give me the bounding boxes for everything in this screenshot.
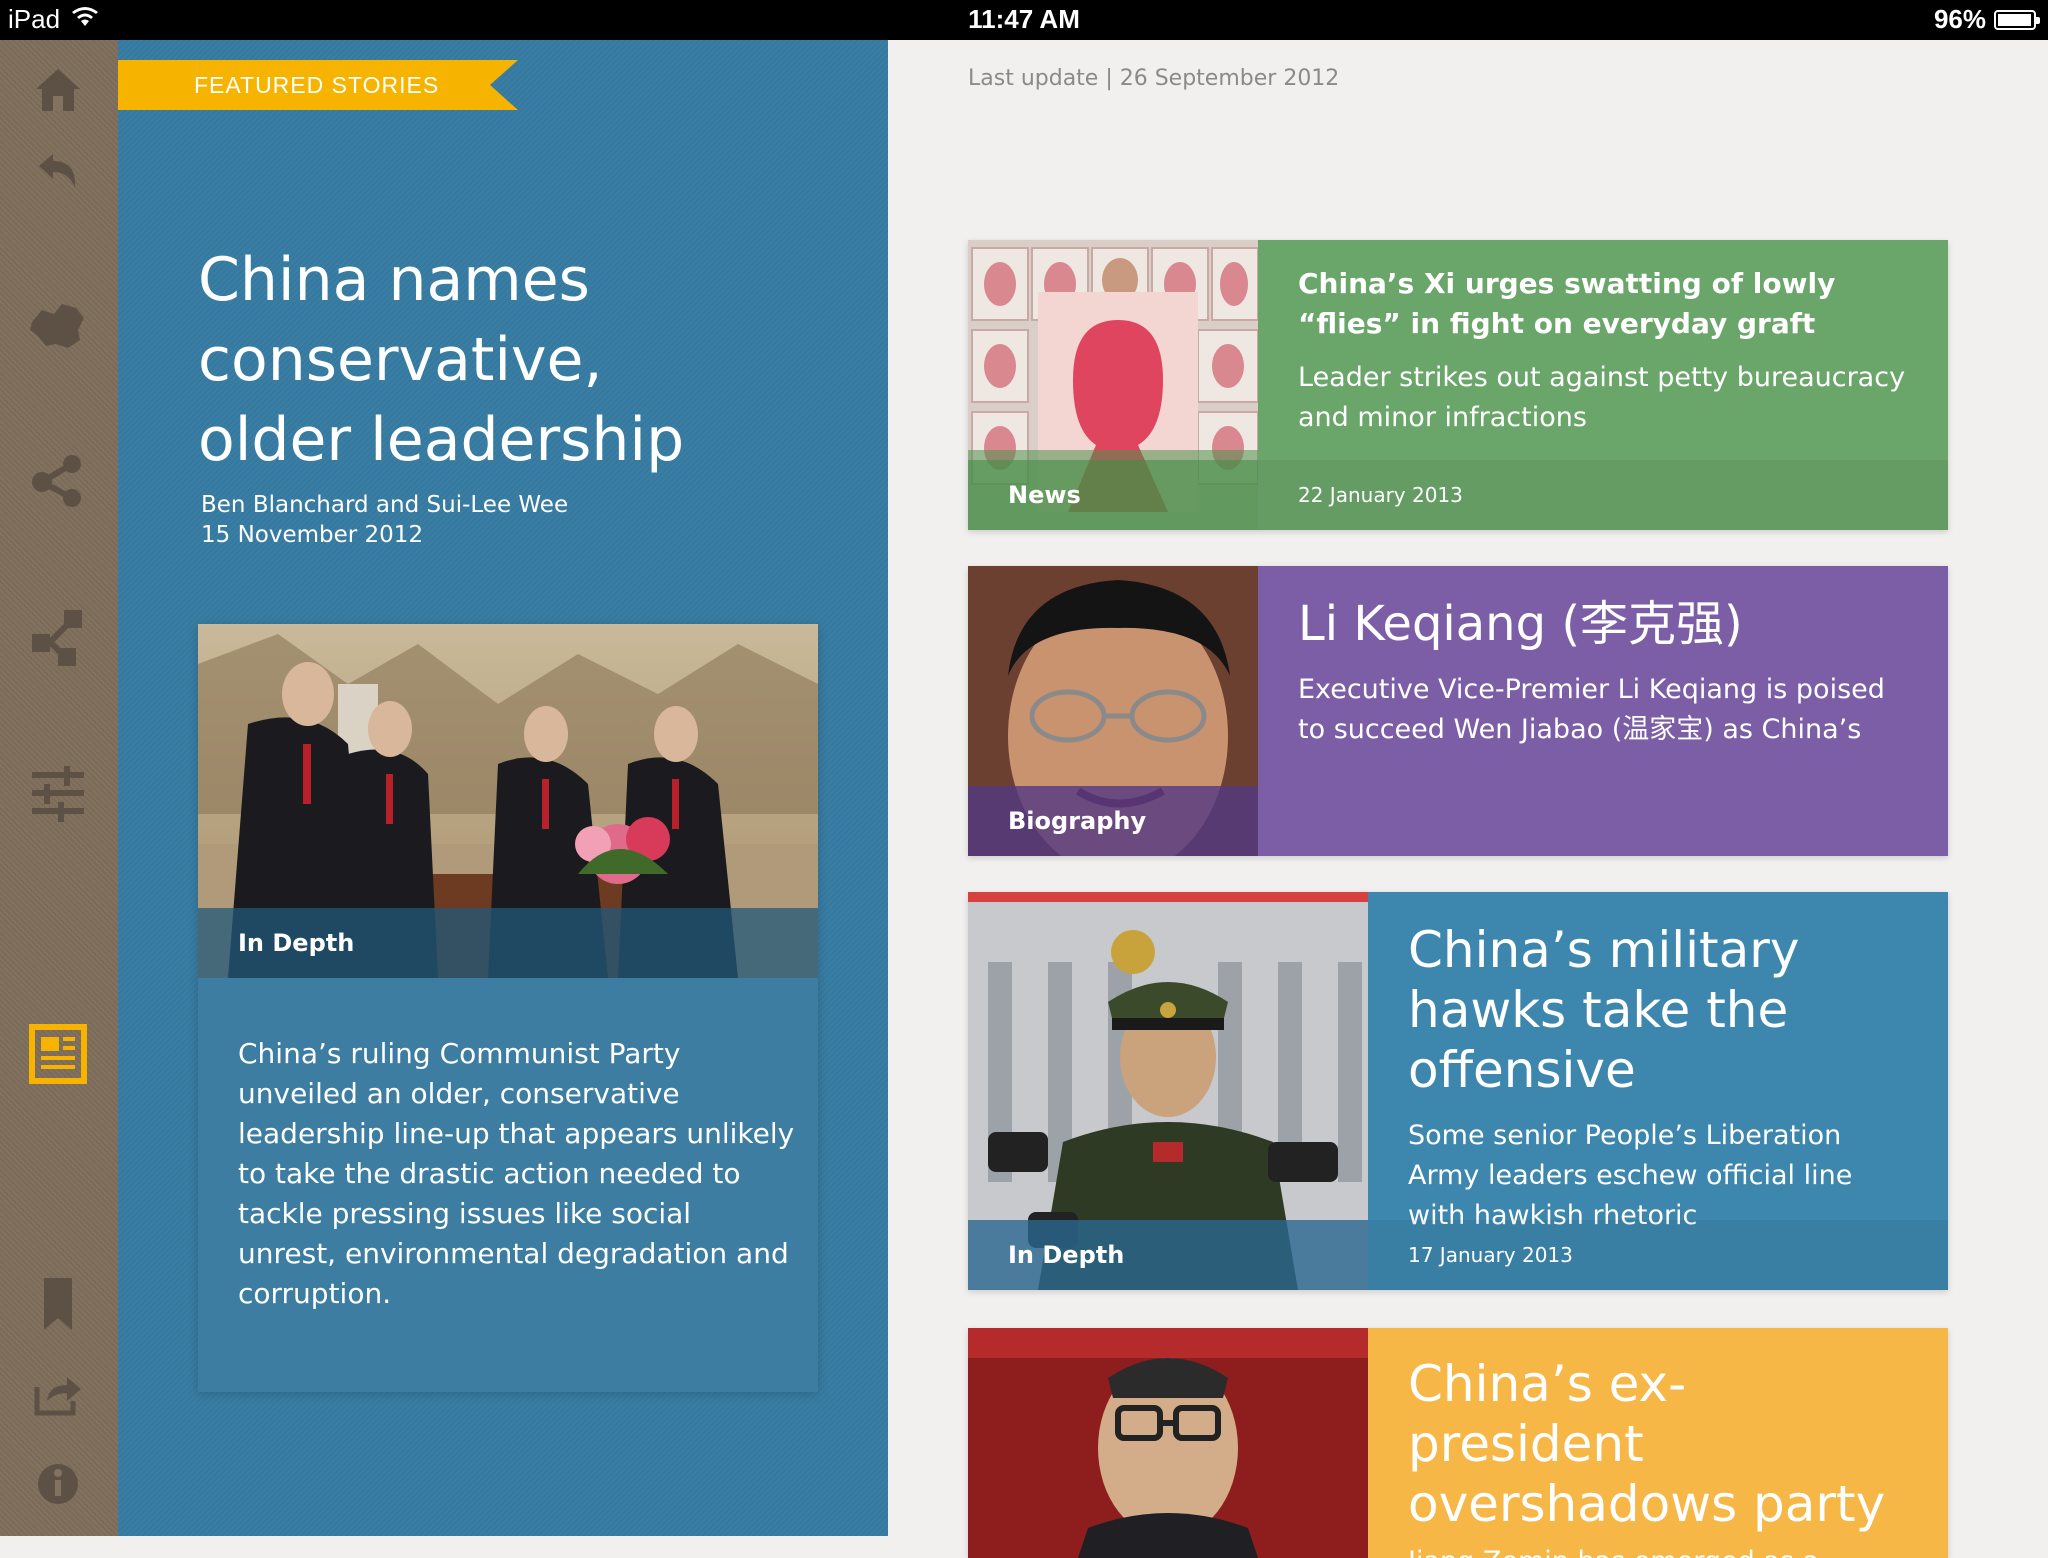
featured-date: 15 November 2012 <box>201 522 424 548</box>
story-card[interactable]: In Depth China’s military hawks take the… <box>968 892 1948 1290</box>
info-icon[interactable] <box>26 1452 90 1516</box>
story-headline: China’s Xi urges swatting of lowly “flie… <box>1298 267 1836 340</box>
featured-panel: FEATURED STORIES China names conservativ… <box>118 40 888 1536</box>
featured-meta: Ben Blanchard and Sui-Lee Wee 15 Novembe… <box>201 490 568 550</box>
story-tag: In Depth <box>968 1220 1368 1290</box>
story-dek: Leader strikes out against petty bureauc… <box>1298 362 1906 433</box>
back-icon[interactable] <box>26 140 90 204</box>
share-icon[interactable] <box>26 1362 90 1426</box>
china-map-icon[interactable] <box>26 294 90 358</box>
featured-summary: China’s ruling Communist Party unveiled … <box>238 1037 795 1310</box>
story-thumbnail: In Depth <box>968 892 1368 1290</box>
story-dek: Jiang Zemin has emerged as a <box>1408 1542 1918 1558</box>
story-dek: Some senior People’s Liberation Army lea… <box>1408 1120 1853 1231</box>
featured-card[interactable]: In Depth China’s ruling Communist Party … <box>198 624 818 1392</box>
story-headline: Li Keqiang (李克强) <box>1298 596 1743 652</box>
home-icon[interactable] <box>26 58 90 122</box>
story-card[interactable]: China’s ex-president overshadows party J… <box>968 1328 1948 1558</box>
story-date: 22 January 2013 <box>1258 460 1948 530</box>
featured-ribbon: FEATURED STORIES <box>118 60 518 110</box>
timeline-icon[interactable] <box>26 762 90 826</box>
story-thumbnail: News <box>968 240 1258 530</box>
featured-byline: Ben Blanchard and Sui-Lee Wee <box>201 492 569 518</box>
story-body: China’s Xi urges swatting of lowly “flie… <box>1258 240 1948 530</box>
device-name: iPad <box>8 4 61 34</box>
bookmark-icon[interactable] <box>26 1272 90 1336</box>
story-card[interactable]: News China’s Xi urges swatting of lowly … <box>968 240 1948 530</box>
story-thumbnail <box>968 1328 1368 1558</box>
story-dek: Executive Vice-Premier Li Keqiang is poi… <box>1298 674 1885 745</box>
battery-icon <box>1994 9 2040 30</box>
newspaper-icon[interactable] <box>26 1022 90 1086</box>
story-tag: Biography <box>968 786 1258 856</box>
status-bar: iPad 11:47 AM 96% <box>0 0 2048 40</box>
clock: 11:47 AM <box>968 4 1080 34</box>
app-rail <box>0 40 118 1536</box>
story-headline: China’s ex-president overshadows party <box>1408 1355 1886 1533</box>
featured-photo: In Depth <box>198 624 818 978</box>
story-date: 17 January 2013 <box>1368 1220 1948 1290</box>
network-icon[interactable] <box>26 448 90 512</box>
story-thumbnail: Biography <box>968 566 1258 856</box>
story-tag: News <box>968 460 1258 530</box>
featured-tag: In Depth <box>198 908 818 978</box>
wifi-icon <box>70 4 100 35</box>
story-body: China’s ex-president overshadows party J… <box>1368 1328 1948 1558</box>
last-update: Last update | 26 September 2012 <box>968 66 1340 91</box>
story-headline: China’s military hawks take the offensiv… <box>1408 921 1800 1099</box>
hierarchy-icon[interactable] <box>26 606 90 670</box>
story-body: China’s military hawks take the offensiv… <box>1368 892 1948 1290</box>
battery-percent: 96% <box>1933 4 1986 34</box>
story-card[interactable]: Biography Li Keqiang (李克强) Executive Vic… <box>968 566 1948 856</box>
featured-title[interactable]: China names conservative, older leadersh… <box>198 240 758 480</box>
story-body: Li Keqiang (李克强) Executive Vice-Premier … <box>1258 566 1948 856</box>
